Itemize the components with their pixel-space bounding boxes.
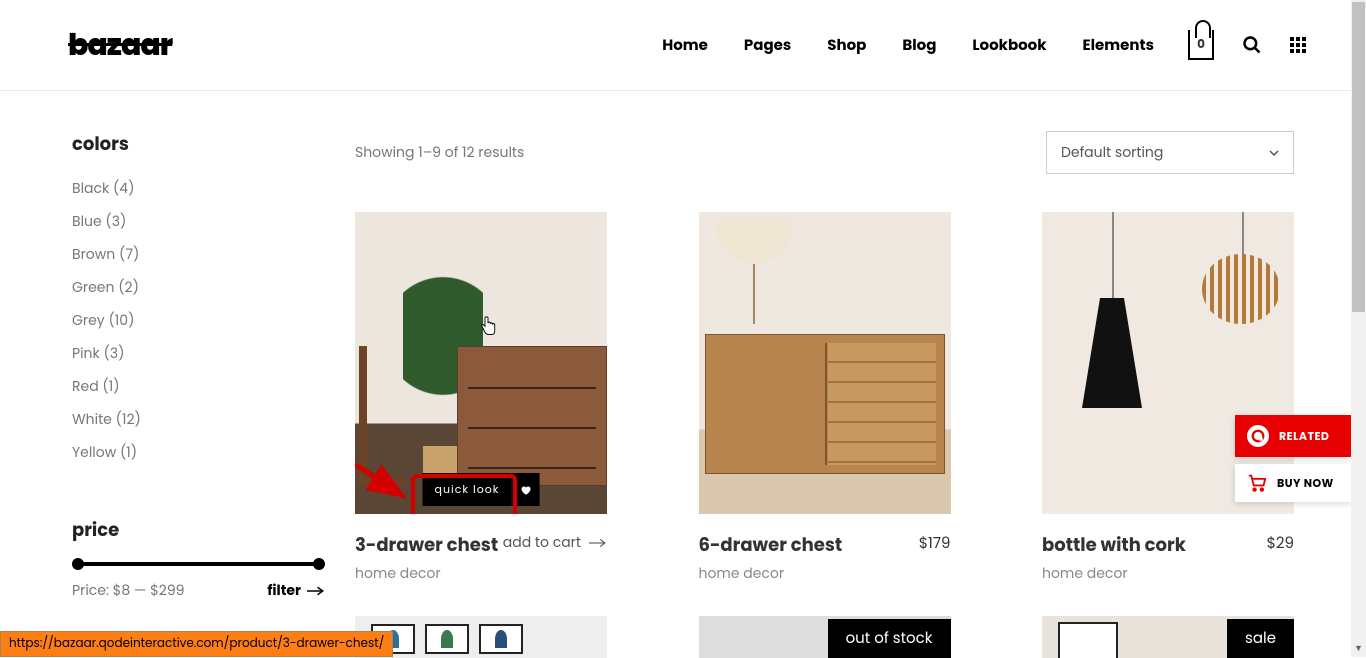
scroll-down-arrow[interactable]: ▼ (1351, 642, 1366, 657)
product-image[interactable] (699, 212, 951, 514)
brand-logo[interactable]: bazaar (68, 22, 172, 68)
buy-now-floating-button[interactable]: BUY NOW (1235, 464, 1351, 502)
nav-elements[interactable]: Elements (1083, 34, 1154, 57)
product-price: $29 (1267, 532, 1294, 555)
color-filter-item[interactable]: Red (1) (72, 370, 325, 403)
color-filter-item[interactable]: Green (2) (72, 271, 325, 304)
product-card[interactable]: sale (1042, 616, 1294, 658)
filter-button[interactable]: filter (267, 580, 325, 601)
browser-status-link: https://bazaar.qodeinteractive.com/produ… (0, 631, 393, 657)
quick-look-button[interactable]: quick look (423, 473, 512, 506)
color-filter-item[interactable]: Pink (3) (72, 337, 325, 370)
product-card[interactable]: 6-drawer chest home decor $179 (699, 212, 951, 584)
cart-count: 0 (1190, 36, 1212, 54)
product-category[interactable]: home decor (1042, 563, 1186, 584)
nav-lookbook[interactable]: Lookbook (972, 34, 1046, 57)
related-floating-button[interactable]: RELATED (1235, 415, 1351, 457)
color-filter-item[interactable]: Brown (7) (72, 238, 325, 271)
colors-heading: colors (72, 131, 325, 158)
out-of-stock-badge: out of stock (828, 619, 951, 658)
color-filter-item[interactable]: White (12) (72, 403, 325, 436)
primary-nav: Home Pages Shop Blog Lookbook Elements (662, 34, 1154, 57)
product-image[interactable]: quick look (355, 212, 607, 514)
product-name[interactable]: 6-drawer chest (699, 532, 843, 559)
qode-icon (1247, 425, 1269, 447)
product-card[interactable]: quick look 3-drawer chest hom (355, 212, 607, 584)
nav-home[interactable]: Home (662, 34, 708, 57)
site-header: bazaar Home Pages Shop Blog Lookbook Ele… (0, 0, 1366, 91)
product-category[interactable]: home decor (699, 563, 843, 584)
product-card[interactable]: bottle with cork home decor $29 (1042, 212, 1294, 584)
cart-icon (1247, 474, 1267, 492)
sort-dropdown[interactable]: Default sorting (1046, 131, 1294, 174)
add-to-cart-button[interactable]: add to cart (503, 532, 607, 553)
result-count: Showing 1–9 of 12 results (355, 142, 524, 163)
product-listing: Showing 1–9 of 12 results Default sortin… (355, 131, 1294, 658)
search-icon[interactable] (1242, 35, 1262, 55)
price-slider[interactable] (76, 562, 321, 566)
product-price: $179 (919, 532, 951, 555)
color-filter-item[interactable]: Blue (3) (72, 205, 325, 238)
product-image[interactable]: out of stock (699, 616, 951, 658)
wishlist-icon[interactable] (511, 473, 539, 506)
product-image[interactable]: sale (1042, 616, 1294, 658)
color-filter-item[interactable]: Grey (10) (72, 304, 325, 337)
color-filter-list: Black (4) Blue (3) Brown (7) Green (2) G… (72, 172, 325, 469)
menu-grid-icon[interactable] (1290, 37, 1306, 53)
product-name[interactable]: 3-drawer chest (355, 532, 498, 559)
vertical-scrollbar[interactable]: ▲ ▼ (1351, 0, 1366, 657)
color-filter-item[interactable]: Black (4) (72, 172, 325, 205)
product-card[interactable]: out of stock (699, 616, 951, 658)
nav-pages[interactable]: Pages (744, 34, 791, 57)
filter-sidebar: colors Black (4) Blue (3) Brown (7) Gree… (72, 131, 355, 658)
nav-blog[interactable]: Blog (902, 34, 936, 57)
chevron-down-icon (1269, 150, 1279, 156)
cart-icon[interactable]: 0 (1188, 30, 1214, 60)
scrollbar-thumb[interactable] (1352, 2, 1365, 312)
sale-badge: sale (1227, 619, 1294, 658)
nav-shop[interactable]: Shop (827, 34, 866, 57)
price-heading: price (72, 517, 325, 544)
product-name[interactable]: bottle with cork (1042, 532, 1186, 559)
product-category[interactable]: home decor (355, 563, 498, 584)
price-range-text: Price: $8 — $299 (72, 580, 184, 601)
color-filter-item[interactable]: Yellow (1) (72, 436, 325, 469)
arrow-right-icon (589, 538, 607, 548)
